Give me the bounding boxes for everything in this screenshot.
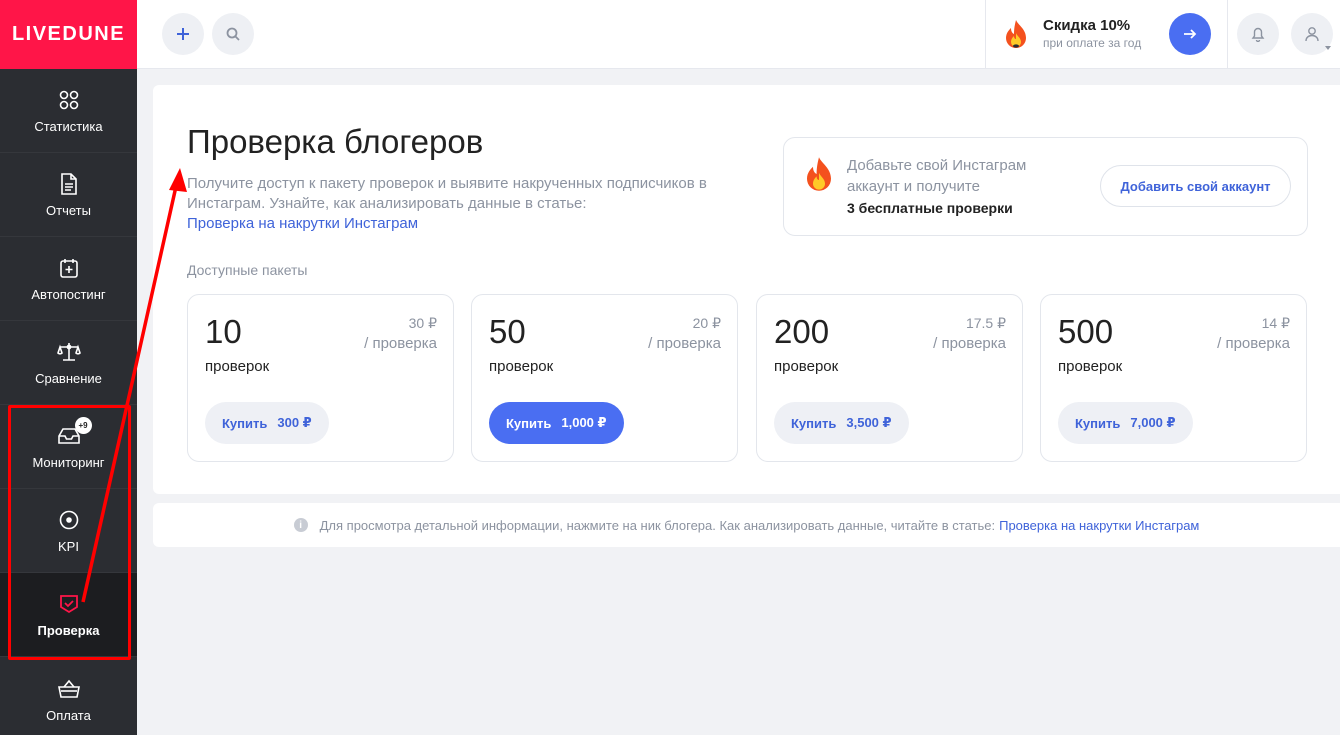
buy-total: 3,500 ₽ <box>846 415 892 430</box>
chevron-down-icon <box>1325 46 1331 50</box>
user-icon <box>1305 27 1319 42</box>
plus-icon <box>177 28 189 40</box>
info-icon: i <box>293 518 308 532</box>
pack-unit: проверок <box>489 358 554 375</box>
buy-button[interactable]: Купить 3,500 ₽ <box>774 402 909 444</box>
pack-unit-price: 30 ₽ <box>408 315 437 331</box>
pack-count: 10 <box>205 313 242 350</box>
banner-text-line: аккаунт и получите <box>847 178 980 195</box>
search-button[interactable] <box>212 13 254 55</box>
bell-icon <box>1251 27 1265 42</box>
pack-card: 500 проверок 14 ₽ / проверка Купить 7,00… <box>1040 294 1307 462</box>
topbar: Скидка 10% при оплате за год <box>137 0 1340 69</box>
sidebar-item-autoposting[interactable]: Автопостинг <box>0 237 137 321</box>
sidebar-item-label: Сравнение <box>35 371 102 386</box>
pack-per-label: / проверка <box>933 335 1006 352</box>
pack-per-label: / проверка <box>1217 335 1290 352</box>
sidebar-item-payment[interactable]: Оплата <box>0 657 137 735</box>
fire-icon <box>804 156 834 197</box>
sidebar-item-label: Отчеты <box>46 203 91 218</box>
calendar-plus-icon <box>56 255 82 281</box>
sidebar-item-label: Оплата <box>46 707 91 723</box>
buy-label: Купить <box>1075 415 1121 431</box>
pack-unit-price: 17.5 ₽ <box>965 315 1006 331</box>
note-article-link[interactable]: Проверка на накрутки Инстаграм <box>999 518 1199 533</box>
banner-highlight: 3 бесплатные проверки <box>847 200 1013 216</box>
discount-promo[interactable]: Скидка 10% при оплате за год <box>985 0 1228 69</box>
buy-total: 7,000 ₽ <box>1130 415 1176 430</box>
arrow-right-icon <box>1184 29 1197 39</box>
pack-per-label: / проверка <box>648 335 721 352</box>
page-title: Проверка блогеров <box>187 123 484 160</box>
note-text: Для просмотра детальной информации, нажм… <box>319 517 996 533</box>
profile-button[interactable] <box>1291 13 1333 55</box>
buy-total: 300 ₽ <box>277 415 312 430</box>
packs-label: Доступные пакеты <box>187 262 308 278</box>
scales-icon <box>56 339 82 365</box>
pack-count: 500 <box>1058 313 1114 350</box>
stats-icon <box>56 87 82 113</box>
sidebar-item-label: Статистика <box>34 119 103 134</box>
logo[interactable]: LIVEDUNE <box>0 0 137 69</box>
buy-label: Купить <box>506 415 552 431</box>
promo-subtitle: при оплате за год <box>1043 36 1142 50</box>
basket-icon <box>56 676 82 702</box>
page-description: Получите доступ к пакету проверок и выяв… <box>187 175 707 212</box>
article-link[interactable]: Проверка на накрутки Инстаграм <box>187 215 418 232</box>
add-button[interactable] <box>162 13 204 55</box>
buy-button[interactable]: Купить 300 ₽ <box>205 402 329 444</box>
logo-text: LIVEDUNE <box>11 23 126 45</box>
search-icon <box>226 27 240 41</box>
add-account-button[interactable]: Добавить свой аккаунт <box>1100 165 1291 207</box>
notifications-button[interactable] <box>1237 13 1279 55</box>
main-card: Проверка блогеров Получите доступ к паке… <box>153 85 1340 494</box>
free-checks-banner: Добавьте свой Инстаграм аккаунт и получи… <box>783 137 1308 236</box>
info-note: i Для просмотра детальной информации, на… <box>153 503 1340 547</box>
buy-label: Купить <box>222 415 268 431</box>
promo-go-button[interactable] <box>1169 13 1211 55</box>
annotation-highlight-box <box>8 405 131 660</box>
pack-unit: проверок <box>774 358 839 375</box>
pack-card: 200 проверок 17.5 ₽ / проверка Купить 3,… <box>756 294 1023 462</box>
banner-text-line: Добавьте свой Инстаграм <box>847 157 1027 174</box>
sidebar-item-statistics[interactable]: Статистика <box>0 69 137 153</box>
fire-icon <box>1004 19 1028 54</box>
buy-label: Купить <box>791 415 837 431</box>
buy-total: 1,000 ₽ <box>561 415 607 430</box>
pack-count: 50 <box>489 313 526 350</box>
pack-card: 10 проверок 30 ₽ / проверка Купить 300 ₽ <box>187 294 454 462</box>
buy-button[interactable]: Купить 1,000 ₽ <box>489 402 624 444</box>
sidebar-item-label: Автопостинг <box>31 287 106 302</box>
buy-button[interactable]: Купить 7,000 ₽ <box>1058 402 1193 444</box>
pack-count: 200 <box>774 313 830 350</box>
pack-card: 50 проверок 20 ₽ / проверка Купить 1,000… <box>471 294 738 462</box>
sidebar-item-comparison[interactable]: Сравнение <box>0 321 137 405</box>
pack-per-label: / проверка <box>364 335 437 352</box>
pack-unit-price: 20 ₽ <box>692 315 721 331</box>
pack-unit-price: 14 ₽ <box>1261 315 1290 331</box>
pack-unit: проверок <box>1058 358 1123 375</box>
promo-title: Скидка 10% <box>1043 17 1131 34</box>
pack-unit: проверок <box>205 358 270 375</box>
document-icon <box>56 171 82 197</box>
sidebar-item-reports[interactable]: Отчеты <box>0 153 137 237</box>
